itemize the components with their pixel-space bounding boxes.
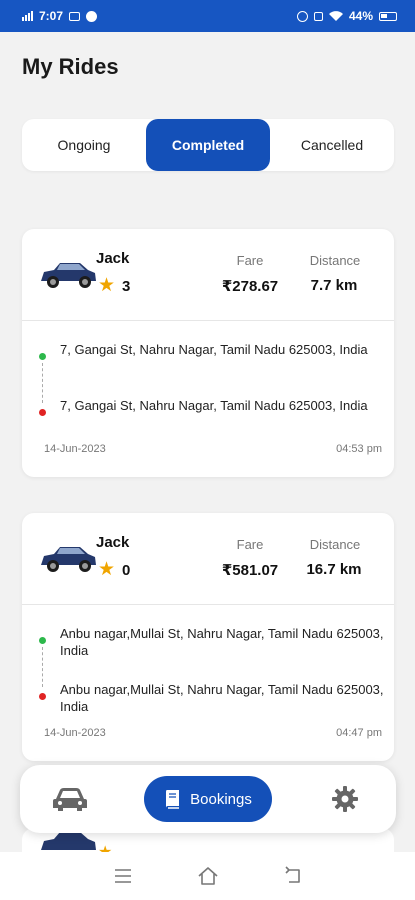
tab-ongoing[interactable]: Ongoing <box>22 119 146 171</box>
ride-card[interactable]: Jack ★ 3 Fare ₹278.67 Distance 7.7 km 7,… <box>22 229 394 477</box>
recent-apps-icon[interactable] <box>111 864 135 888</box>
ride-card-header: Jack ★ 0 Fare ₹581.07 Distance 16.7 km <box>22 513 394 605</box>
ride-date: 14-Jun-2023 <box>44 727 106 739</box>
image-icon <box>69 11 81 21</box>
driver-name: Jack <box>96 250 130 267</box>
home-icon[interactable] <box>196 864 220 888</box>
back-icon[interactable] <box>281 864 305 888</box>
ride-date: 14-Jun-2023 <box>44 443 106 455</box>
drop-address: Anbu nagar,Mullai St, Nahru Nagar, Tamil… <box>60 682 384 714</box>
car-image <box>41 832 96 850</box>
pickup-address: Anbu nagar,Mullai St, Nahru Nagar, Tamil… <box>60 626 384 658</box>
route-line <box>42 363 43 403</box>
route-line <box>42 647 43 687</box>
status-time: 7:07 <box>39 9 64 23</box>
battery-percent: 44% <box>348 9 373 23</box>
battery-icon <box>379 11 397 21</box>
car-icon[interactable] <box>52 785 88 813</box>
tab-completed[interactable]: Completed <box>146 119 270 171</box>
whatsapp-icon <box>86 10 98 22</box>
distance-value: 16.7 km <box>306 561 362 578</box>
ride-card[interactable]: Jack ★ 0 Fare ₹581.07 Distance 16.7 km A… <box>22 513 394 761</box>
car-image <box>41 263 96 288</box>
status-bar: 7:07 44% <box>0 0 415 32</box>
pickup-dot-icon <box>39 353 46 360</box>
page-title: My Rides <box>22 54 119 79</box>
distance-label: Distance <box>309 537 361 552</box>
distance-label: Distance <box>309 253 361 268</box>
drop-address: 7, Gangai St, Nahru Nagar, Tamil Nadu 62… <box>60 398 368 413</box>
tab-cancelled[interactable]: Cancelled <box>270 119 394 171</box>
wifi-icon <box>328 10 343 21</box>
driver-rating: 0 <box>122 562 131 579</box>
gear-icon[interactable] <box>332 786 358 812</box>
status-left: 7:07 <box>22 9 98 23</box>
pickup-dot-icon <box>39 637 46 644</box>
drop-dot-icon <box>39 693 46 700</box>
bookings-button[interactable]: Bookings <box>144 776 272 822</box>
bottom-navigation: Bookings <box>20 765 396 833</box>
volte-icon <box>313 11 323 21</box>
fare-label: Fare <box>236 253 264 268</box>
drop-dot-icon <box>39 409 46 416</box>
ride-status-tabs: Ongoing Completed Cancelled <box>22 119 394 171</box>
car-image <box>41 547 96 572</box>
pickup-address: 7, Gangai St, Nahru Nagar, Tamil Nadu 62… <box>60 342 368 357</box>
star-icon: ★ <box>98 275 116 296</box>
system-navigation-bar <box>0 852 415 900</box>
ride-card-route: 7, Gangai St, Nahru Nagar, Tamil Nadu 62… <box>22 321 394 477</box>
book-icon <box>166 790 180 809</box>
driver-rating: 3 <box>122 278 131 295</box>
ride-card-header: Jack ★ 3 Fare ₹278.67 Distance 7.7 km <box>22 229 394 321</box>
bookings-label: Bookings <box>190 790 252 808</box>
fare-value: ₹278.67 <box>221 278 279 295</box>
driver-name: Jack <box>96 534 130 551</box>
ride-card-route: Anbu nagar,Mullai St, Nahru Nagar, Tamil… <box>22 605 394 761</box>
fare-label: Fare <box>236 537 264 552</box>
ride-time: 04:53 pm <box>336 443 382 455</box>
signal-icon <box>22 11 33 21</box>
distance-value: 7.7 km <box>310 277 358 294</box>
status-right: 44% <box>296 9 397 23</box>
hotspot-icon <box>296 10 308 22</box>
ride-time: 04:47 pm <box>336 727 382 739</box>
fare-value: ₹581.07 <box>221 562 279 579</box>
star-icon: ★ <box>98 559 116 580</box>
